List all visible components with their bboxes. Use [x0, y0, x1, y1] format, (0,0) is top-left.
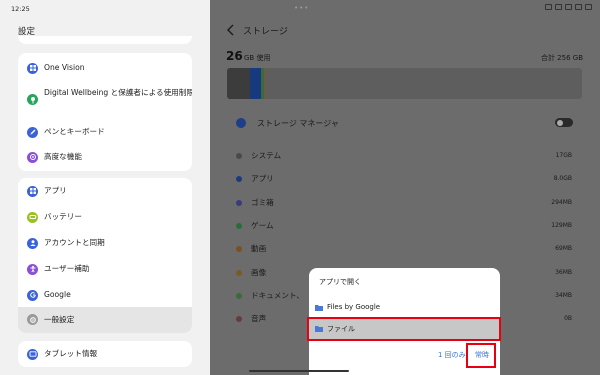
apps-icon [27, 185, 38, 197]
category-name: システム [251, 151, 282, 160]
category-name: 画像 [251, 267, 267, 277]
category-name: アプリ [251, 174, 274, 184]
settings-item-label: One Vision [44, 63, 85, 72]
settings-item-apps[interactable]: アプリ [18, 185, 192, 197]
settings-item-label: ペンとキーボード [44, 127, 105, 136]
option-label: Files by Google [327, 303, 381, 311]
category-color-dot [236, 246, 242, 253]
wellbeing-icon [27, 94, 38, 105]
category-size: 129MB [551, 221, 572, 229]
multiwindow-handle[interactable]: ••• [294, 4, 309, 12]
accessibility-icon [27, 263, 38, 275]
settings-group-2: アプリ バッテリー アカウントと同期 ユーザー補助 Google 一般設定 [18, 178, 192, 333]
storage-category-row[interactable]: ゲーム 129MB [236, 220, 572, 232]
google-icon [27, 289, 38, 301]
option-files-by-google[interactable]: Files by Google [309, 298, 500, 318]
storage-category-row[interactable]: ゴミ箱 294MB [236, 197, 572, 209]
settings-item-general[interactable]: 一般設定 [18, 307, 192, 333]
settings-item-advanced[interactable]: 高度な機能 [18, 151, 192, 163]
settings-item-label: ユーザー補助 [44, 264, 90, 273]
screen-icon [545, 4, 552, 10]
settings-group-3: タブレット情報 [18, 341, 192, 367]
battery-icon [27, 211, 38, 223]
category-color-dot [236, 269, 242, 276]
storage-category-row[interactable]: アプリ 8.0GB [236, 173, 572, 185]
back-arrow-icon[interactable] [226, 24, 236, 36]
category-color-dot [236, 199, 242, 206]
status-icons [545, 4, 592, 10]
settings-group-1: One Vision Digital Wellbeing と保護者による使用制限… [18, 53, 192, 171]
settings-item-battery[interactable]: バッテリー [18, 211, 192, 223]
storage-total: 合計 256 GB [540, 54, 583, 62]
category-size: 34MB [555, 291, 572, 299]
category-size: 69MB [555, 245, 572, 253]
one-vision-icon [27, 62, 38, 74]
highlight-always-button [466, 343, 496, 368]
storage-manager-icon [236, 118, 246, 128]
settings-item-one-vision[interactable]: One Vision [18, 62, 192, 74]
storage-category-row[interactable]: システム 17GB [236, 150, 572, 162]
tablet-info-icon [27, 348, 38, 360]
navigation-handle[interactable] [249, 370, 349, 372]
wifi-icon [575, 4, 582, 10]
settings-item-google[interactable]: Google [18, 289, 192, 301]
settings-pane: 12:25 設定 One Vision Digital Wellbeing と保… [0, 0, 210, 375]
highlight-files-option [307, 317, 501, 341]
storage-category-row[interactable]: 動画 69MB [236, 243, 572, 255]
settings-item-label: 一般設定 [44, 315, 75, 324]
category-color-dot [236, 153, 242, 159]
advanced-icon [27, 151, 38, 163]
category-name: 動画 [251, 244, 267, 254]
category-size: 0B [564, 315, 572, 323]
settings-item-label: アカウントと同期 [44, 238, 105, 247]
screen-icon [555, 4, 562, 10]
storage-bar-segment [263, 68, 266, 99]
settings-item-label: Google [44, 290, 71, 299]
category-name: 音声 [251, 314, 267, 324]
settings-item-label: 高度な機能 [44, 152, 82, 161]
storage-usage-bar [227, 68, 582, 99]
settings-item-account-sync[interactable]: アカウントと同期 [18, 237, 192, 249]
category-color-dot [236, 292, 242, 299]
status-time: 12:25 [11, 5, 30, 13]
pen-icon [27, 126, 38, 138]
category-size: 36MB [555, 268, 572, 276]
battery-status-icon [585, 4, 592, 10]
settings-item-label: タブレット情報 [44, 349, 98, 358]
category-name: ゴミ箱 [251, 197, 274, 207]
storage-manager-toggle[interactable] [555, 118, 573, 127]
sheet-title: アプリで開く [319, 278, 361, 286]
category-size: 17GB [555, 152, 572, 159]
storage-bar-segment [227, 68, 251, 99]
settings-item-label: バッテリー [44, 212, 82, 221]
settings-card-top [18, 36, 192, 44]
settings-item-label: Digital Wellbeing と保護者による使用制限 [44, 88, 192, 97]
storage-used-number: 26 [226, 49, 243, 63]
category-name: ゲーム [251, 220, 274, 230]
category-size: 8.0GB [553, 175, 572, 183]
general-settings-icon [27, 314, 38, 325]
settings-item-digital-wellbeing[interactable]: Digital Wellbeing と保護者による使用制限 [18, 87, 192, 112]
settings-item-pen-keyboard[interactable]: ペンとキーボード [18, 126, 192, 138]
mute-icon [565, 4, 572, 10]
category-color-dot [236, 222, 242, 229]
category-name: ドキュメント、 [251, 290, 305, 300]
settings-item-tablet-info[interactable]: タブレット情報 [18, 348, 192, 360]
storage-manager-label: ストレージ マネージャ [257, 119, 339, 128]
category-size: 294MB [551, 198, 572, 206]
settings-item-accessibility[interactable]: ユーザー補助 [18, 263, 192, 275]
category-color-dot [236, 316, 242, 323]
just-once-button[interactable]: 1 回のみ [438, 350, 466, 360]
settings-item-label: アプリ [44, 186, 67, 195]
category-color-dot [236, 176, 242, 183]
storage-bar-segment [250, 68, 262, 99]
files-by-google-icon [315, 305, 323, 311]
storage-title: ストレージ [243, 27, 288, 37]
storage-used-unit: GB 使用 [244, 54, 271, 62]
account-icon [27, 237, 38, 249]
